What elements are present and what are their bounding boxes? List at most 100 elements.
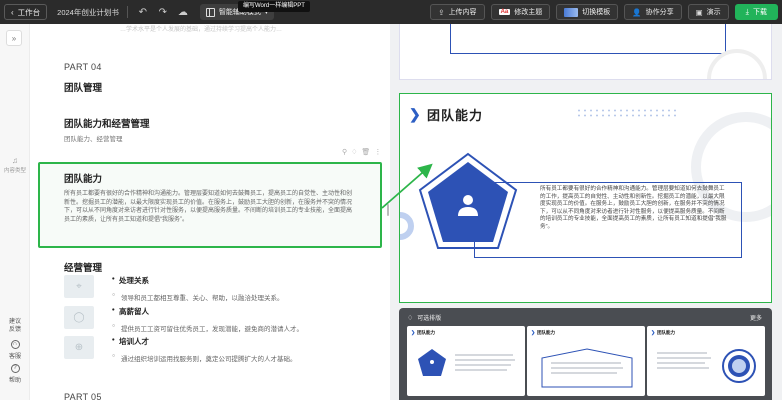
layout-option-1[interactable]: ❯ 团队能力: [407, 326, 525, 396]
collaborate-share-button[interactable]: 👤 协作分享: [624, 4, 682, 20]
sub-item-desc[interactable]: 提供员工工资可留住优秀员工，发现潜能，避免商的潜请人才。: [112, 323, 303, 333]
text-line: [551, 367, 623, 369]
current-slide-preview[interactable]: ❯ 团队能力 所有员工都要有很好的合作精神和沟通能力。管理层要知道如何去鼓舞员工…: [399, 93, 772, 303]
download-icon: ⤓: [745, 7, 749, 16]
recs-header: ♢ 可选排版: [407, 313, 442, 323]
delete-icon[interactable]: 🗑: [361, 148, 370, 156]
chevron-left-icon: ‹: [11, 7, 14, 17]
previous-slide-preview[interactable]: [399, 24, 772, 80]
present-label: 演示: [706, 9, 721, 16]
help-button[interactable]: ? 帮助: [3, 364, 27, 384]
recs-label: 可选排版: [417, 316, 442, 322]
top-bar: ‹ 工作台 2024年创业计划书 ↶ ↷ ☁ 智能辅助模式 ▾ 编写Word一样…: [0, 0, 782, 24]
card-body[interactable]: 所有员工都要有很好的合作精神和沟通能力。管理层要知道如何去鼓舞员工，提高员工的自…: [64, 190, 356, 224]
expand-sidebar-button[interactable]: »: [6, 30, 22, 46]
resize-handle[interactable]: [387, 204, 389, 216]
list-item: ⊕ 培训人才 通过组织培训运用找服务则，奠定公司提腾扩大的人才基础。: [64, 335, 297, 363]
card-toolbar: ⚲ ♢ 🗑 ⋮: [342, 148, 381, 156]
content-type-label: 内容类型: [3, 168, 26, 174]
image-placeholder-icon[interactable]: ⌖: [64, 275, 94, 298]
customer-service-button[interactable]: ∩ 客服: [3, 340, 27, 360]
template-label: 切换模板: [582, 9, 611, 16]
template-thumbnail-icon: [564, 7, 579, 17]
outline-item-title[interactable]: 团队能力和经营管理: [64, 116, 150, 130]
layout-grid-icon: [205, 7, 215, 17]
image-placeholder-icon[interactable]: ⊕: [64, 336, 94, 359]
layout-title: 团队能力: [537, 330, 555, 335]
help-label: 帮助: [8, 378, 21, 384]
present-button[interactable]: ▣ 演示: [687, 4, 729, 20]
part-label[interactable]: PART 05: [64, 392, 102, 400]
chevron-right-icon: ❯: [411, 330, 416, 336]
cut-off-text: …学术水平是个人发展的基础，通过持续学习提高个人能力…: [120, 27, 283, 33]
headset-icon: ∩: [10, 340, 20, 349]
redo-icon[interactable]: ↷: [156, 5, 170, 19]
text-line: [657, 357, 711, 359]
decorative-frame: [450, 24, 726, 54]
double-chevron-right-icon: »: [11, 33, 17, 43]
text-line: [551, 372, 617, 374]
change-theme-button[interactable]: Aa 修改主题: [490, 4, 551, 20]
outline-item-subtitle[interactable]: 团队能力、经营管理: [64, 133, 123, 143]
divider: [126, 6, 128, 18]
sub-item-desc[interactable]: 领导和员工都相互尊重、关心、帮助，以融洽处理关系。: [112, 292, 284, 302]
text-line: [455, 369, 507, 371]
slide-body-text[interactable]: 所有员工都要有很好的合作精神和沟通能力。管理层要知道如何去鼓舞员工的工作，提高员…: [540, 186, 730, 232]
content-type-icon: ♫: [12, 156, 18, 165]
sub-item-title[interactable]: 培训人才: [112, 335, 297, 347]
layout-option-3[interactable]: ❯ 团队能力: [647, 326, 765, 396]
feedback-label: 建议反馈: [8, 319, 21, 333]
more-icon[interactable]: ⋮: [374, 148, 381, 156]
slide-preview-panel: ❯ 团队能力 所有员工都要有很好的合作精神和沟通能力。管理层要知道如何去鼓舞员工…: [390, 24, 782, 400]
text-line: [657, 352, 707, 354]
layout-option-2[interactable]: ❯ 团队能力: [527, 326, 645, 396]
layout-recommendations: ♢ 可选排版 更多 ❯ 团队能力 ❯ 团队能力 ❯ 团队能力: [399, 308, 772, 400]
download-button[interactable]: ⤓ 下载: [734, 4, 778, 20]
bulb-icon: ♢: [407, 314, 414, 322]
document-title[interactable]: 2024年创业计划书: [57, 7, 119, 18]
toolbar-actions: ⇪ 上传内容 Aa 修改主题 切换模板 👤 协作分享 ▣ 演示 ⤓ 下载: [430, 4, 778, 20]
sub-item-title[interactable]: 处理关系: [112, 274, 284, 286]
part-label[interactable]: PART 04: [64, 62, 102, 72]
more-layouts-link[interactable]: 更多: [750, 313, 762, 322]
theme-icon: Aa: [498, 9, 511, 15]
decorative-ring: [400, 212, 414, 240]
list-item: ◯ 高薪留人 提供员工工资可留住优秀员工，发现潜能，避免商的潜请人才。: [64, 305, 303, 333]
cloud-save-icon[interactable]: ☁: [176, 5, 190, 19]
content-type-toggle[interactable]: ♫ 内容类型: [3, 156, 27, 174]
slide-title[interactable]: 团队能力: [427, 105, 483, 124]
help-icon: ?: [10, 364, 20, 373]
text-line: [657, 362, 705, 364]
pin-icon[interactable]: ⚲: [342, 148, 347, 156]
sub-item-title[interactable]: 高薪留人: [112, 305, 303, 317]
undo-icon[interactable]: ↶: [136, 5, 150, 19]
feedback-button[interactable]: 建议反馈: [3, 318, 27, 334]
left-rail: » ♫ 内容类型 建议反馈 ∩ 客服 ? 帮助: [0, 24, 30, 400]
switch-template-button[interactable]: 切换模板: [556, 4, 619, 20]
chevron-right-icon: ❯: [651, 330, 656, 336]
pentagon-graphic: [418, 349, 446, 376]
selected-outline-card[interactable]: 团队能力 所有员工都要有很好的合作精神和沟通能力。管理层要知道如何去鼓舞员工，提…: [38, 162, 382, 248]
upload-label: 上传内容: [448, 9, 477, 16]
section-title[interactable]: 团队管理: [64, 80, 102, 94]
text-line: [455, 364, 511, 366]
list-item: ⌖ 处理关系 领导和员工都相互尊重、关心、帮助，以融洽处理关系。: [64, 274, 284, 302]
back-to-workbench-button[interactable]: ‹ 工作台: [4, 4, 48, 20]
text-line: [455, 359, 515, 361]
outline-item-title[interactable]: 经营管理: [64, 260, 102, 274]
upload-content-button[interactable]: ⇪ 上传内容: [430, 4, 485, 20]
layout-title: 团队能力: [417, 330, 435, 335]
card-title[interactable]: 团队能力: [64, 171, 356, 185]
back-label: 工作台: [17, 7, 41, 17]
share-user-icon: 👤: [632, 7, 642, 17]
sub-item-desc[interactable]: 通过组织培训运用找服务则，奠定公司提腾扩大的人才基础。: [112, 353, 297, 363]
chevron-right-icon: ❯: [409, 106, 421, 122]
theme-label: 修改主题: [514, 9, 543, 16]
image-placeholder-icon[interactable]: ◯: [64, 306, 94, 329]
ring-graphic: [722, 349, 756, 383]
bulb-icon[interactable]: ♢: [351, 148, 357, 156]
pentagon-graphic: [416, 150, 520, 254]
chevron-right-icon: ❯: [531, 330, 536, 336]
text-line: [455, 354, 513, 356]
support-label: 客服: [8, 354, 21, 360]
